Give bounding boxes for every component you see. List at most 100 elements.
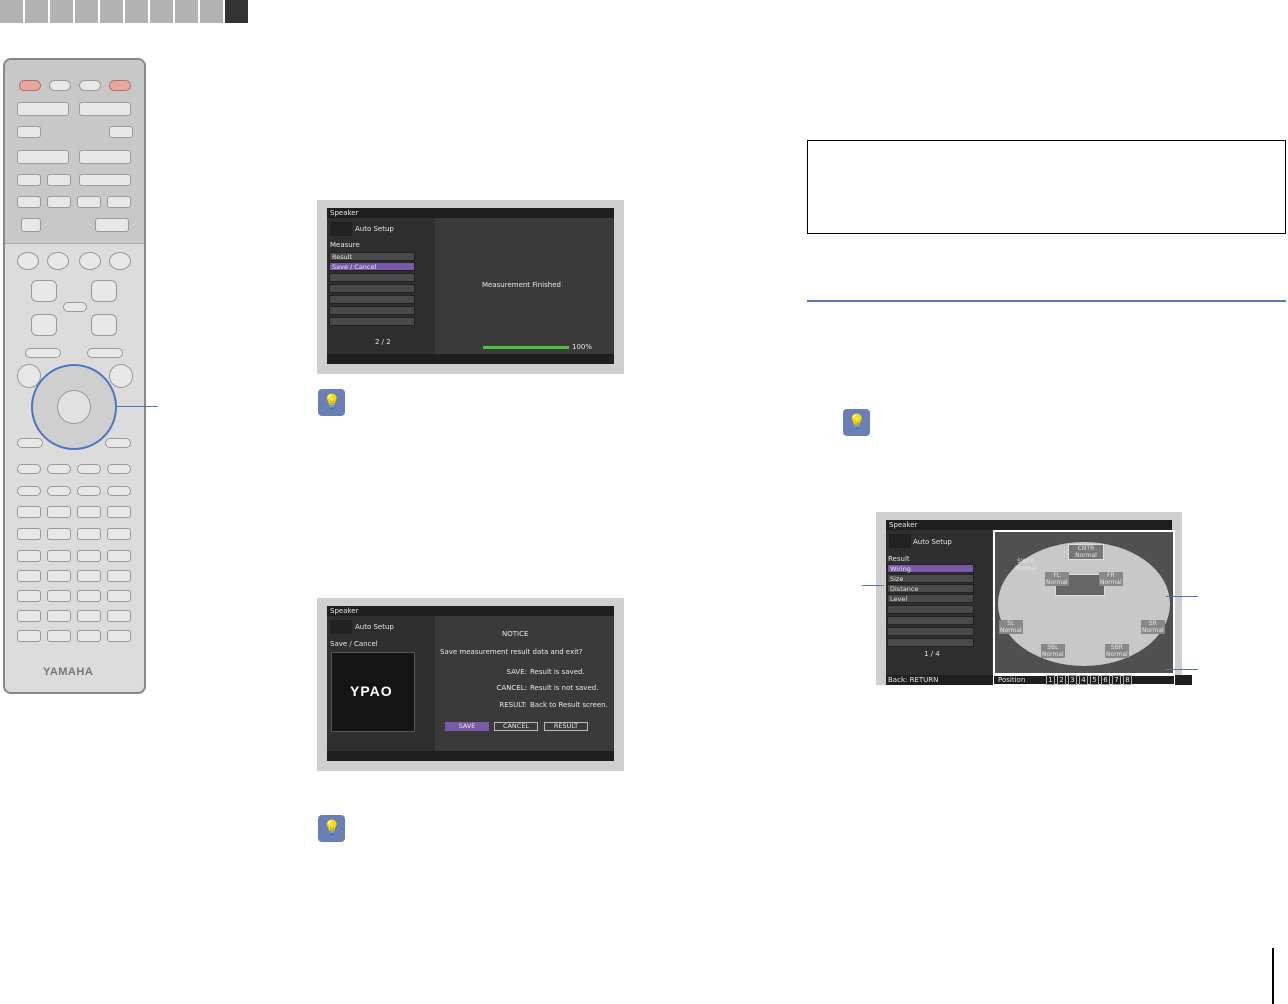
remote-button: [107, 506, 131, 518]
volume-up-button: [91, 280, 117, 302]
speaker-label: CNTR: [1077, 545, 1095, 552]
remote-button: [77, 610, 101, 622]
menu-item-save-cancel[interactable]: Save / Cancel: [329, 262, 415, 271]
remote-button: [77, 590, 101, 602]
menu-item-empty: [887, 627, 974, 636]
progress-fill: [483, 346, 569, 349]
page-edge-mark: [1272, 948, 1274, 1004]
standby-button: [109, 80, 131, 91]
menu-item-empty: [887, 638, 974, 647]
screen-header: Auto Setup: [913, 538, 952, 546]
note-box: [807, 140, 1286, 234]
remote-button: [17, 252, 39, 270]
ypao-logo-box: YPAO: [331, 652, 415, 732]
menu-item-empty: [329, 295, 415, 304]
save-screen: Speaker Auto Setup Save / Cancel YPAO NO…: [317, 598, 624, 771]
position-1[interactable]: 1: [1046, 675, 1055, 685]
menu-item-distance[interactable]: Distance: [887, 584, 974, 593]
remote-button: [47, 610, 71, 622]
menu-item-empty: [887, 616, 974, 625]
auto-setup-icon: [330, 222, 352, 236]
remote-button: [95, 218, 129, 232]
screen-header: Auto Setup: [355, 623, 394, 631]
remote-button: [17, 196, 41, 208]
remote-brand-logo: YAMAHA: [43, 666, 94, 678]
play-button: [107, 464, 131, 474]
remote-button: [17, 464, 41, 474]
speaker-label: FR: [1107, 572, 1115, 579]
remote-button: [79, 174, 131, 186]
page-tab[interactable]: [0, 0, 23, 23]
position-6[interactable]: 6: [1101, 675, 1110, 685]
remote-button: [107, 196, 131, 208]
remote-button: [31, 314, 57, 336]
section-rule: [807, 300, 1286, 302]
menu-item-result[interactable]: Result: [329, 252, 415, 261]
page-tab-active[interactable]: [225, 0, 248, 23]
page-tabs: [0, 0, 248, 23]
position-4[interactable]: 4: [1079, 675, 1088, 685]
remote-button: [107, 610, 131, 622]
volume-down-button: [91, 314, 117, 336]
position-bar: Position 1 2 3 4 5 6 7 8: [993, 675, 1175, 685]
screen-title: Speaker: [886, 520, 1172, 530]
remote-button: [79, 102, 131, 116]
page-tab[interactable]: [25, 0, 48, 23]
callout-line: [1166, 596, 1198, 597]
remote-button: [47, 590, 71, 602]
notice-key: RESULT:: [499, 701, 527, 709]
page-tab[interactable]: [150, 0, 173, 23]
remote-button: [47, 174, 71, 186]
status-message: Measurement Finished: [482, 281, 561, 289]
remote-button: [109, 126, 133, 138]
remote-button: [47, 550, 71, 562]
remote-button: [25, 348, 61, 358]
menu-item-level[interactable]: Level: [887, 594, 974, 603]
remote-button: [107, 590, 131, 602]
remote-button: [77, 570, 101, 582]
position-3[interactable]: 3: [1068, 675, 1077, 685]
speaker-state: Normal: [1015, 565, 1037, 572]
notice-text: Back to Result screen.: [530, 701, 608, 709]
remote-button: [49, 80, 71, 91]
notice-key: CANCEL:: [496, 684, 527, 692]
menu-item-wiring[interactable]: Wiring: [887, 564, 974, 573]
page-tab[interactable]: [200, 0, 223, 23]
speaker-state: Normal: [1042, 651, 1064, 658]
screen-section: Result: [888, 555, 910, 563]
page-tab[interactable]: [175, 0, 198, 23]
speaker-swfr: SWFR Normal: [1015, 558, 1037, 572]
remote-button: [47, 506, 71, 518]
speaker-state: Normal: [1000, 627, 1022, 634]
page-tab[interactable]: [50, 0, 73, 23]
menu-item-size[interactable]: Size: [887, 574, 974, 583]
menu-item-empty: [329, 317, 415, 326]
position-5[interactable]: 5: [1090, 675, 1099, 685]
remote-button: [17, 506, 41, 518]
speaker-fr: FR Normal: [1099, 572, 1123, 586]
screen-section: Save / Cancel: [330, 640, 378, 648]
hint-icon: [843, 409, 870, 436]
remote-button: [17, 630, 41, 642]
remote-button: [47, 570, 71, 582]
remote-button: [17, 528, 41, 540]
page-tab[interactable]: [100, 0, 123, 23]
progress-track: [483, 346, 569, 349]
page-tab[interactable]: [125, 0, 148, 23]
page-tab[interactable]: [75, 0, 98, 23]
remote-button: [47, 630, 71, 642]
position-2[interactable]: 2: [1057, 675, 1066, 685]
position-8[interactable]: 8: [1123, 675, 1132, 685]
position-7[interactable]: 7: [1112, 675, 1121, 685]
result-screen: Speaker Auto Setup Result Wiring Size Di…: [876, 512, 1192, 685]
screen-title: Speaker: [327, 606, 614, 616]
remote-button: [105, 438, 131, 448]
remote-button: [107, 528, 131, 540]
remote-button: [17, 174, 41, 186]
cancel-button[interactable]: CANCEL: [494, 722, 538, 731]
save-button[interactable]: SAVE: [445, 722, 489, 731]
remote-button: [47, 528, 71, 540]
remote-button: [17, 150, 69, 164]
result-button[interactable]: RESULT: [544, 722, 588, 731]
auto-setup-icon: [330, 620, 352, 634]
